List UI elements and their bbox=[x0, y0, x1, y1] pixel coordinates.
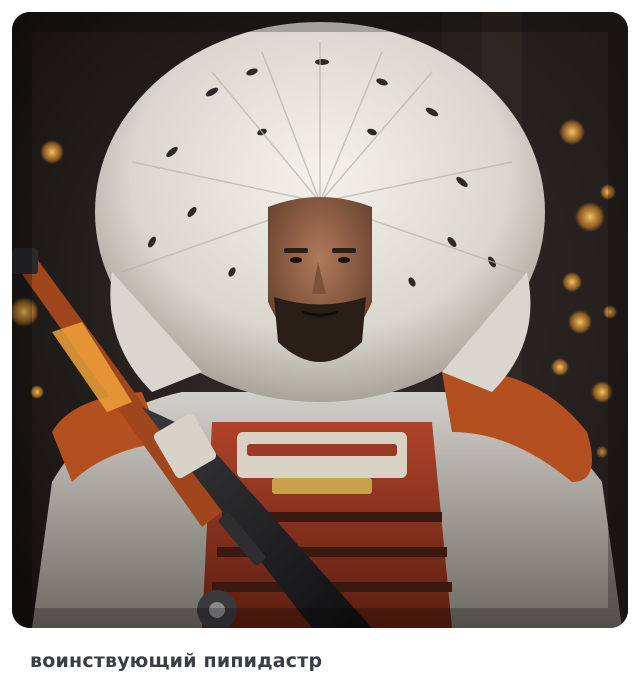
warrior-face bbox=[268, 197, 372, 362]
image-card[interactable]: воинствующий пипидастр bbox=[0, 0, 640, 691]
image-caption: воинствующий пипидастр bbox=[30, 650, 323, 672]
generated-image[interactable] bbox=[12, 12, 628, 628]
warrior-illustration bbox=[12, 12, 628, 628]
